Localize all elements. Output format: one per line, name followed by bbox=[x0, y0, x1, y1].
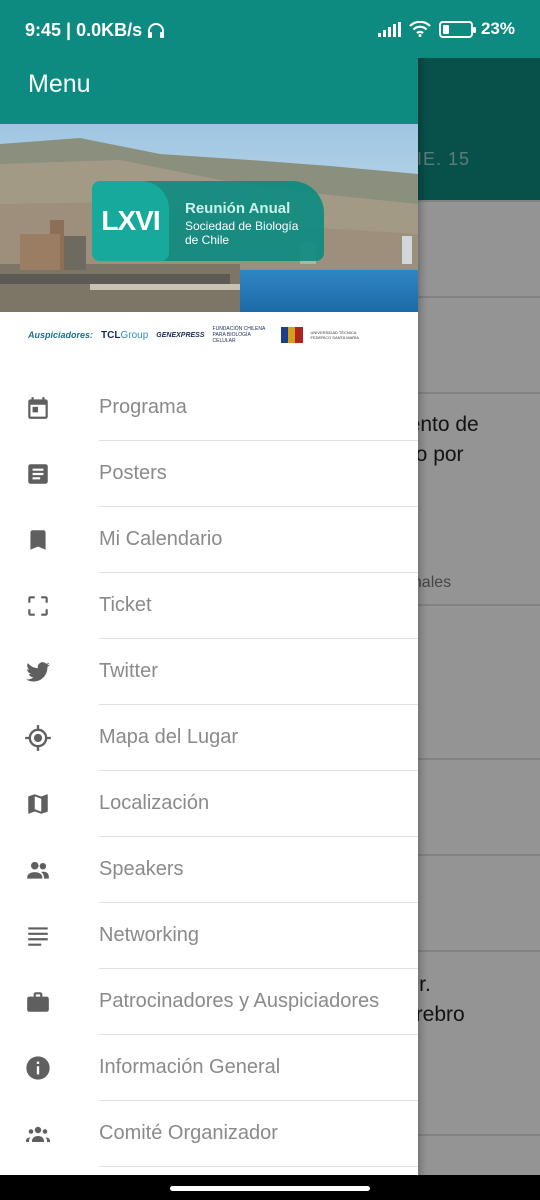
menu-item-programa[interactable]: Programa bbox=[0, 375, 418, 441]
group-icon bbox=[24, 1120, 52, 1148]
menu-item-networking[interactable]: Networking bbox=[0, 903, 418, 969]
sponsor-tcl-a: TCL bbox=[101, 329, 121, 341]
drawer-title: Menu bbox=[28, 70, 91, 98]
menu-item-patrocinadores[interactable]: Patrocinadores y Auspiciadores bbox=[0, 969, 418, 1035]
logo-title: Reunión Anual bbox=[185, 200, 291, 217]
battery-percent: 23% bbox=[480, 19, 515, 38]
event-logo: LXVI Reunión Anual Sociedad de Biología … bbox=[92, 181, 324, 261]
logo-subtitle-2: de Chile bbox=[185, 233, 230, 247]
menu-item-label: Twitter bbox=[99, 660, 158, 682]
sponsor-tcl: TCLGroup bbox=[101, 330, 148, 341]
sponsors-strip: Auspiciadores: TCLGroup GENEXPRESS FUNDA… bbox=[0, 312, 418, 358]
sponsor-fundacion: FUNDACIÓN CHILENA PARA BIOLOGÍA CELULAR bbox=[212, 326, 266, 344]
status-icons: 23% bbox=[377, 19, 515, 39]
logo-subtitle: Sociedad de Biología bbox=[185, 219, 299, 233]
menu-item-label: Información General bbox=[99, 1056, 281, 1078]
twitter-icon bbox=[24, 658, 52, 686]
logo-code: LXVI bbox=[92, 181, 169, 261]
bookmark-icon bbox=[24, 526, 52, 554]
menu-item-label: Localización bbox=[99, 792, 210, 814]
menu-item-localizacion[interactable]: Localización bbox=[0, 771, 418, 837]
info-icon bbox=[24, 1054, 52, 1082]
menu-item-label: Speakers bbox=[99, 858, 184, 880]
wifi-icon bbox=[409, 21, 431, 37]
menu-item-label: Networking bbox=[99, 924, 200, 946]
map-icon bbox=[24, 790, 52, 818]
people-icon bbox=[24, 856, 52, 884]
university-crest-icon bbox=[280, 327, 303, 343]
menu-divider bbox=[99, 1166, 418, 1167]
menu-item-label: Comité Organizador bbox=[99, 1122, 278, 1144]
home-gesture-handle[interactable] bbox=[170, 1186, 370, 1191]
menu-item-speakers[interactable]: Speakers bbox=[0, 837, 418, 903]
menu-item-ticket[interactable]: Ticket bbox=[0, 573, 418, 639]
headphones-icon bbox=[148, 23, 165, 38]
status-time-text: 9:45 | 0.0KB/s bbox=[25, 20, 143, 40]
battery-icon bbox=[438, 20, 476, 38]
menu-item-posters[interactable]: Posters bbox=[0, 441, 418, 507]
calendar-icon bbox=[24, 394, 52, 422]
document-icon bbox=[24, 460, 52, 488]
menu-item-mi-calendario[interactable]: Mi Calendario bbox=[0, 507, 418, 573]
menu-item-label: Programa bbox=[99, 396, 187, 418]
menu-item-label: Posters bbox=[99, 462, 167, 484]
menu-item-label: Mapa del Lugar bbox=[99, 726, 238, 748]
scan-frame-icon bbox=[24, 592, 52, 620]
menu-item-mapa-del-lugar[interactable]: Mapa del Lugar bbox=[0, 705, 418, 771]
lines-icon bbox=[24, 922, 52, 950]
drawer-header: Menu bbox=[0, 58, 418, 124]
status-bar: 9:45 | 0.0KB/s 23% bbox=[0, 0, 540, 58]
sponsor-tcl-b: Group bbox=[120, 329, 149, 341]
menu-item-label: Patrocinadores y Auspiciadores bbox=[99, 990, 380, 1012]
navigation-drawer: Menu LXVI Reunión Anual Sociedad de Biol… bbox=[0, 0, 418, 1200]
menu-item-informacion-general[interactable]: Información General bbox=[0, 1035, 418, 1101]
briefcase-icon bbox=[24, 988, 52, 1016]
system-nav-bar bbox=[0, 1175, 540, 1200]
signal-icon bbox=[377, 21, 401, 37]
sponsor-universidad: UNIVERSIDAD TÉCNICA FEDERICO SANTA MARÍA bbox=[310, 330, 359, 340]
event-banner: LXVI Reunión Anual Sociedad de Biología … bbox=[0, 124, 418, 312]
status-time: 9:45 | 0.0KB/s bbox=[25, 20, 165, 41]
menu-item-label: Ticket bbox=[99, 594, 152, 616]
sponsor-genexpress: GENEXPRESS bbox=[156, 331, 205, 339]
menu-item-comite-organizador[interactable]: Comité Organizador bbox=[0, 1101, 418, 1167]
menu-item-twitter[interactable]: Twitter bbox=[0, 639, 418, 705]
menu-item-label: Mi Calendario bbox=[99, 528, 223, 550]
location-target-icon bbox=[24, 724, 52, 752]
drawer-menu: Programa Posters Mi Calendario Ticket Tw… bbox=[0, 375, 418, 1167]
sponsors-label: Auspiciadores: bbox=[28, 330, 94, 340]
